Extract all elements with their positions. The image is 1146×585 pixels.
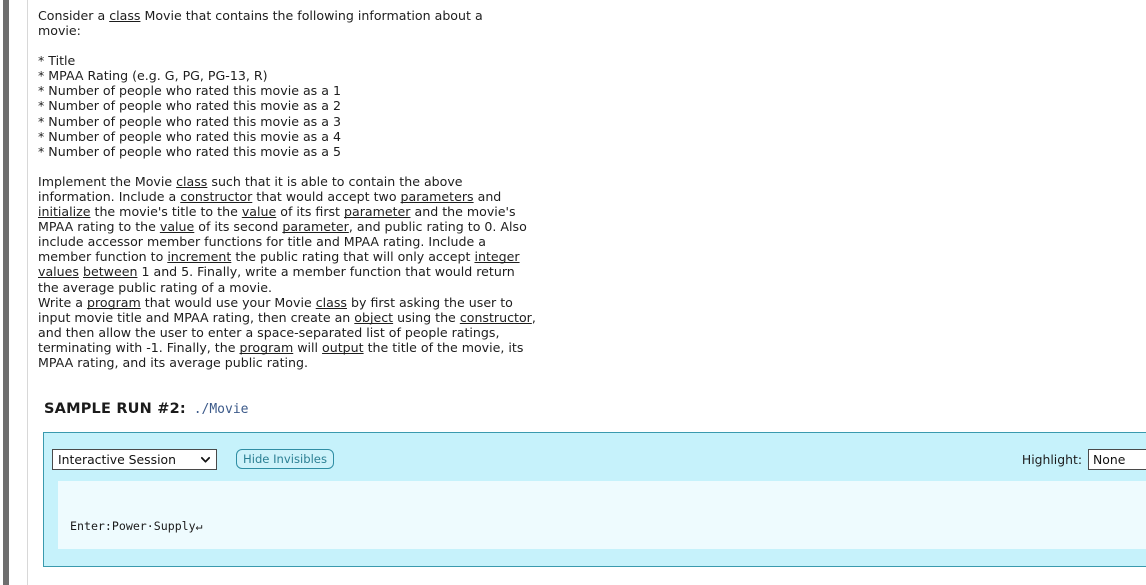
impl-t5: the movie's title to the — [90, 204, 242, 220]
impl-t6: of its first — [276, 204, 344, 220]
term-output: output — [322, 339, 364, 355]
terminal-toolbar: Interactive Session Hide Invisibles High… — [44, 433, 1146, 481]
term-initialize: initialize — [38, 204, 91, 220]
hide-invisibles-button[interactable]: Hide Invisibles — [236, 449, 334, 469]
list-item: * Number of people who rated this movie … — [38, 143, 341, 159]
term-integer: integer — [474, 249, 520, 265]
intro-line2: movie: — [38, 23, 81, 39]
term-parameter: parameter — [344, 204, 411, 220]
intro-text-after: Movie that contains the following inform… — [140, 8, 483, 23]
term-between: between — [82, 264, 138, 280]
paragraph-spacer-2 — [38, 159, 1146, 174]
sample-run-label: SAMPLE RUN #2: — [44, 401, 186, 417]
write-t2: that would use your Movie — [140, 294, 316, 310]
term-object: object — [354, 309, 394, 325]
session-mode-value: Interactive Session — [58, 452, 176, 467]
list-item: * Number of people who rated this movie … — [38, 98, 341, 114]
sample-run-command: ./Movie — [185, 402, 249, 417]
page-scrollbar[interactable] — [3, 0, 9, 585]
term-class: class — [109, 8, 141, 23]
highlight-select-value: None — [1093, 452, 1126, 467]
paragraph-spacer-1 — [38, 38, 1146, 53]
implement-paragraph: Implement the Movie class such that it i… — [38, 174, 538, 295]
term-values: values — [38, 264, 79, 280]
term-program: program — [86, 294, 141, 310]
impl-t8: of its second — [194, 219, 283, 235]
write-t1: Write a — [38, 294, 87, 310]
terminal-output[interactable]: Enter:Power·Supply↵ the·title·of·the·mov… — [58, 481, 1146, 549]
write-t6: will — [293, 339, 323, 355]
term-program-2: program — [239, 339, 294, 355]
intro-text-before: Consider a — [38, 8, 110, 23]
write-t4: using the — [393, 309, 460, 325]
left-margin-rule — [27, 0, 28, 585]
impl-t3: that would accept two — [252, 188, 401, 204]
impl-t4: and — [473, 188, 502, 204]
term-parameter-2: parameter — [282, 219, 349, 235]
term-parameters: parameters — [400, 188, 474, 204]
list-item: * Number of people who rated this movie … — [38, 128, 341, 144]
term-constructor: constructor — [180, 188, 253, 204]
list-item: * Title — [38, 53, 76, 69]
intro-paragraph: Consider a class Movie that contains the… — [38, 0, 538, 38]
movie-info-list: * Title * MPAA Rating (e.g. G, PG, PG-13… — [38, 53, 538, 159]
highlight-control-group: Highlight: None — [1022, 449, 1146, 470]
terminal-line: Enter:Power·Supply↵ — [70, 519, 203, 533]
list-item: * Number of people who rated this movie … — [38, 113, 341, 129]
session-mode-select[interactable]: Interactive Session — [52, 449, 217, 470]
terminal-panel: Interactive Session Hide Invisibles High… — [43, 432, 1146, 567]
term-value-2: value — [159, 219, 195, 235]
term-class-3: class — [315, 294, 347, 310]
list-item: * Number of people who rated this movie … — [38, 83, 341, 99]
sample-run-heading: SAMPLE RUN #2: ./Movie — [44, 398, 249, 417]
impl-t1: Implement the Movie — [38, 173, 177, 189]
impl-t10: the public rating that will only accept — [231, 249, 475, 265]
term-increment: increment — [167, 249, 232, 265]
highlight-label: Highlight: — [1021, 452, 1082, 467]
hide-invisibles-label: Hide Invisibles — [243, 452, 327, 466]
term-value: value — [241, 204, 277, 220]
term-class-2: class — [176, 173, 208, 189]
list-item: * MPAA Rating (e.g. G, PG, PG-13, R) — [38, 68, 268, 84]
highlight-select[interactable]: None — [1088, 449, 1146, 470]
write-program-paragraph: Write a program that would use your Movi… — [38, 295, 538, 370]
term-constructor-2: constructor — [459, 309, 532, 325]
chevron-down-icon — [200, 456, 211, 463]
